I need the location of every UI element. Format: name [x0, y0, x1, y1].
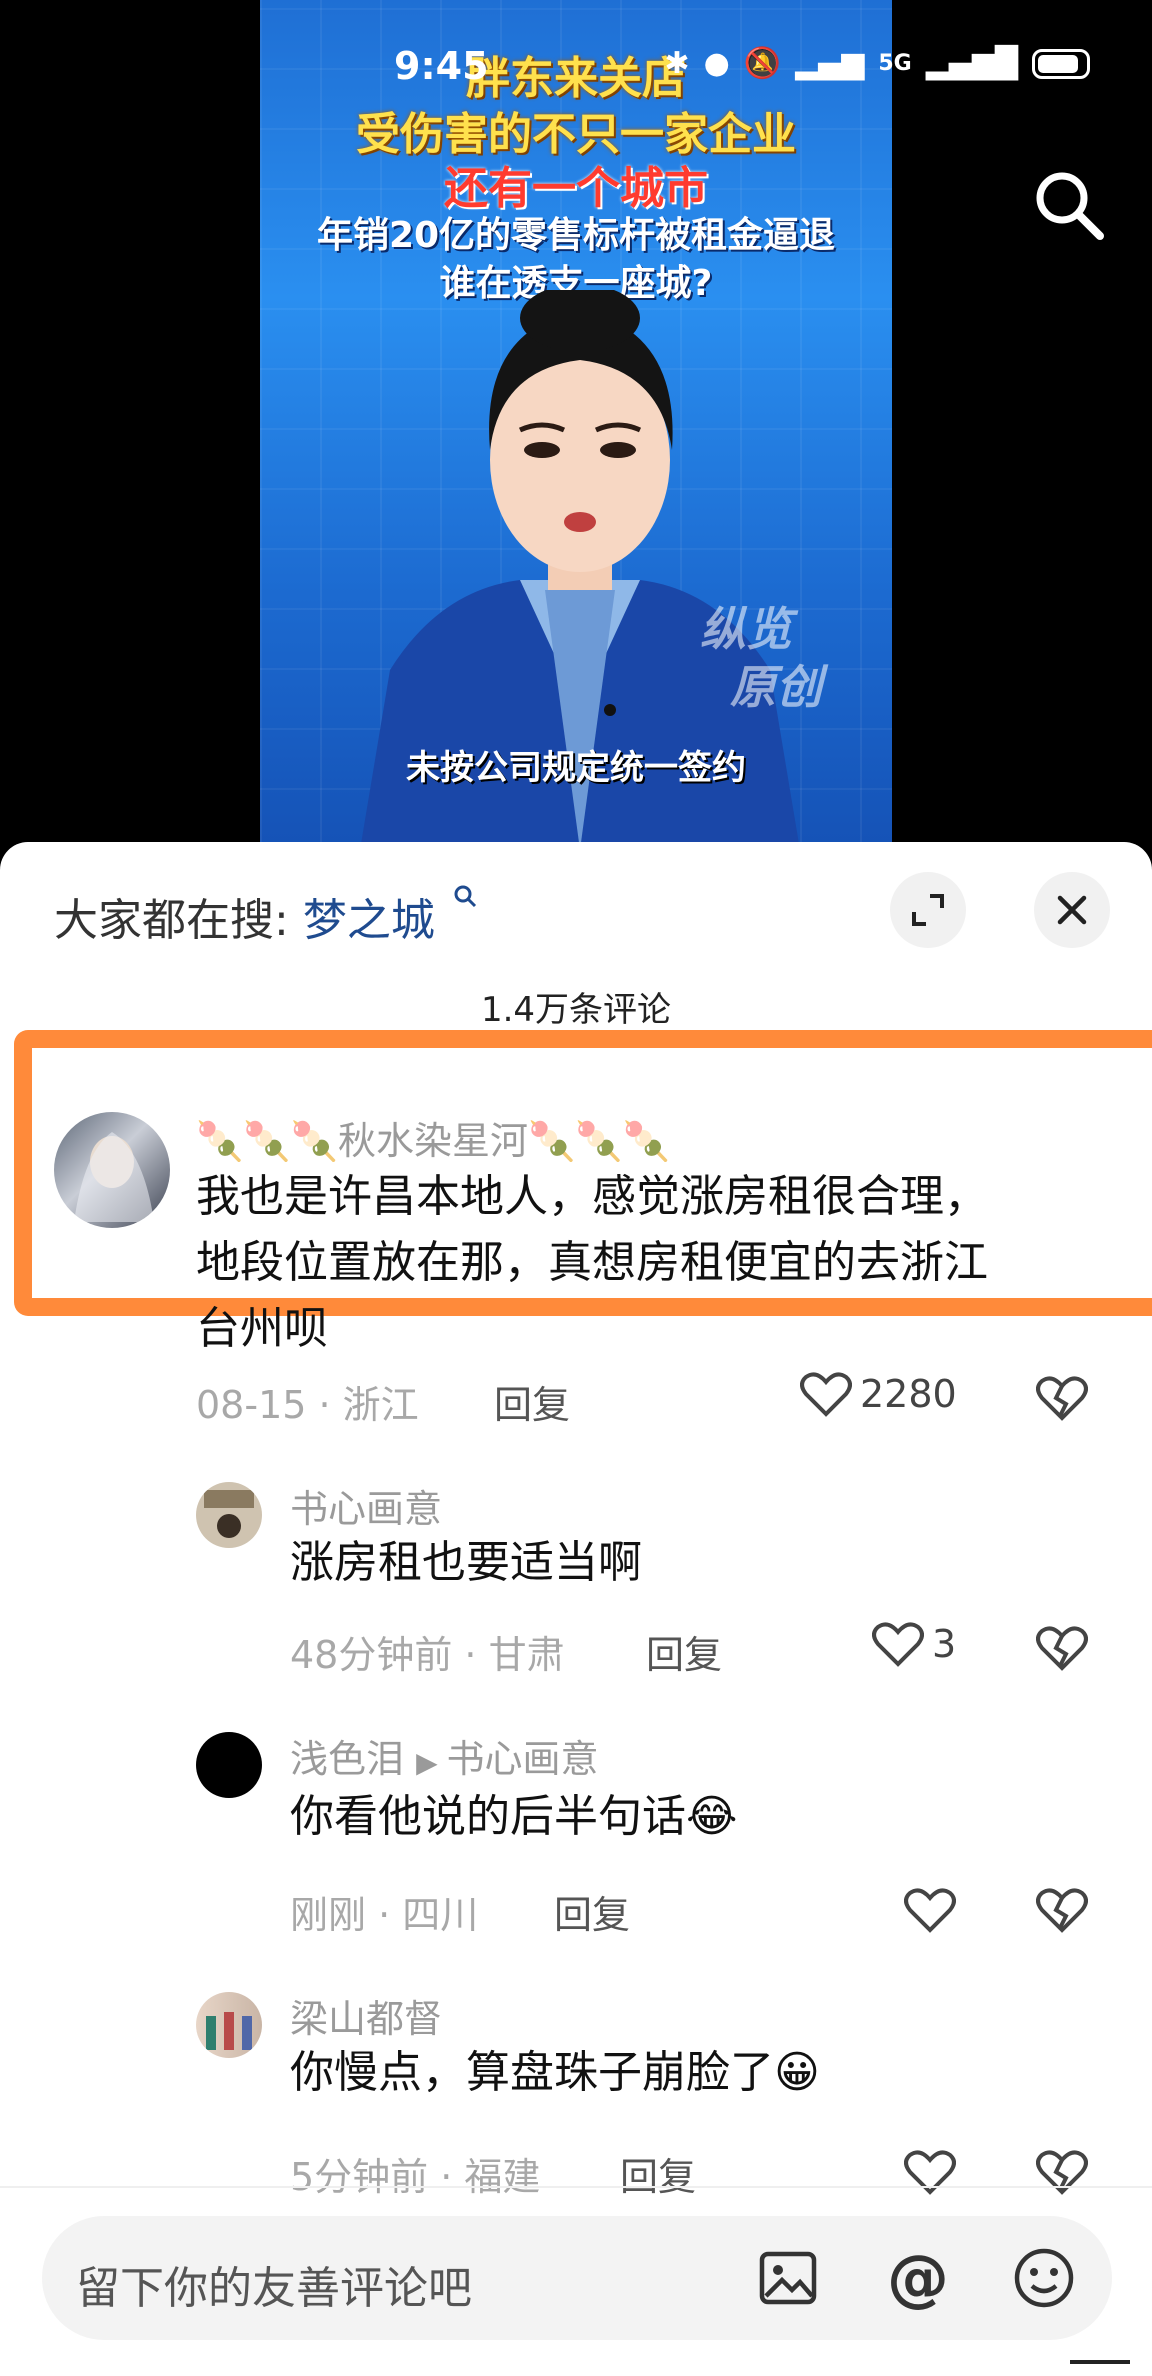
location-icon: ●: [703, 46, 730, 81]
broken-heart-icon[interactable]: [1036, 1886, 1088, 1934]
avatar[interactable]: [54, 1112, 170, 1228]
search-icon[interactable]: [1030, 166, 1106, 242]
comment-text-line: 涨房租也要适当啊: [290, 1537, 642, 1588]
comment-meta: 48分钟前 · 甘肃: [290, 1633, 565, 1677]
like-button[interactable]: 2280: [800, 1370, 957, 1418]
mention-button[interactable]: @: [884, 2244, 952, 2312]
comment-author[interactable]: 🍡🍡🍡秋水染星河🍡🍡🍡: [196, 1110, 670, 1165]
at-icon: @: [887, 2241, 949, 2314]
watermark-line-1: 纵览: [700, 602, 792, 656]
comment-author[interactable]: 书心画意: [290, 1478, 442, 1533]
comment-count: 1.4万条评论: [480, 990, 672, 1030]
close-button[interactable]: [1034, 872, 1110, 948]
broken-heart-icon[interactable]: [1036, 2148, 1088, 2196]
status-bar: 9:45 ✱ ● 🔕 ▂▄▆ 5G ▂▄▆█: [0, 44, 1152, 92]
comment-author[interactable]: 梁山都督: [290, 1988, 442, 2043]
like-count: 3: [932, 1622, 957, 1666]
image-icon: [759, 2251, 817, 2305]
reply-button[interactable]: 回复: [620, 2146, 696, 2201]
expand-button[interactable]: [890, 872, 966, 948]
video-player[interactable]: 胖东来关店 受伤害的不只一家企业 还有一个城市 年销20亿的零售标杆被租金逼退 …: [260, 0, 892, 850]
avatar[interactable]: [196, 1732, 262, 1798]
network-type: 5G: [878, 51, 912, 76]
hot-search-term[interactable]: 梦之城: [303, 895, 435, 946]
like-count: 2280: [860, 1372, 957, 1416]
comment-sheet: 大家都在搜: 梦之城 1.4万条评论 🍡🍡🍡秋水染星河🍡🍡🍡 我也是许昌本地人，…: [0, 842, 1152, 2376]
heart-icon[interactable]: [904, 1886, 956, 1934]
avatar-image: [204, 1490, 254, 1538]
avatar-image: [74, 1132, 154, 1222]
status-icons: ✱ ● 🔕 ▂▄▆ 5G ▂▄▆█: [664, 46, 1090, 81]
image-button[interactable]: [754, 2244, 822, 2312]
comment-author[interactable]: 浅色泪 ▶ 书心画意: [290, 1728, 599, 1783]
comment-meta: 刚刚 · 四川: [290, 1893, 479, 1937]
comment-text-line: 我也是许昌本地人，感觉涨房租很合理，: [196, 1171, 988, 1222]
home-indicator: [1070, 2360, 1130, 2364]
broken-heart-icon[interactable]: [1036, 1624, 1088, 1672]
heart-icon[interactable]: [904, 2148, 956, 2196]
video-headline-4: 年销20亿的零售标杆被租金逼退: [316, 215, 836, 256]
status-time: 9:45: [394, 44, 489, 88]
divider: [0, 2186, 1152, 2188]
signal-icon: ▂▄▆: [795, 46, 865, 81]
broken-heart-icon[interactable]: [1036, 1374, 1088, 1422]
expand-icon: [912, 894, 944, 926]
reply-button[interactable]: 回复: [554, 1884, 630, 1939]
small-search-icon: [454, 885, 476, 908]
video-watermark: 纵览 原创: [700, 600, 822, 716]
close-icon: [1057, 895, 1087, 925]
hot-search-label: 大家都在搜:: [54, 895, 289, 946]
avatar[interactable]: [196, 1482, 262, 1548]
comment-input-placeholder[interactable]: 留下你的友善评论吧: [76, 2252, 472, 2316]
comment-meta: 08-15 · 浙江: [196, 1383, 419, 1427]
reply-arrow-icon: ▶: [416, 1746, 447, 1779]
heart-icon: [800, 1372, 852, 1417]
mute-icon: 🔕: [743, 46, 782, 81]
avatar[interactable]: [196, 1992, 262, 2058]
author-name: 浅色泪: [290, 1737, 405, 1781]
bluetooth-icon: ✱: [664, 46, 690, 81]
comment-item: 🍡🍡🍡秋水染星河🍡🍡🍡 我也是许昌本地人，感觉涨房租很合理， 地段位置放在那，真…: [0, 1102, 1152, 1354]
like-button[interactable]: 3: [872, 1620, 956, 1668]
watermark-line-2: 原创: [730, 660, 822, 714]
comment-text-line: 地段位置放在那，真想房租便宜的去浙江: [196, 1237, 988, 1288]
video-subtitle: 未按公司规定统一签约: [406, 748, 746, 788]
reply-button[interactable]: 回复: [646, 1624, 722, 1679]
battery-icon: [1032, 48, 1090, 79]
emoji-icon: [1014, 2248, 1074, 2308]
comment-text-line: 你看他说的后半句话😂: [290, 1791, 738, 1842]
signal-icon-2: ▂▄▆█: [925, 46, 1018, 81]
reply-button[interactable]: 回复: [494, 1374, 570, 1429]
comment-text-line: 台州呗: [196, 1303, 328, 1354]
hot-search[interactable]: 大家都在搜: 梦之城: [54, 884, 479, 948]
comment-meta: 5分钟前 · 福建: [290, 2155, 541, 2199]
emoji-button[interactable]: [1010, 2244, 1078, 2312]
comment-input-bar[interactable]: 留下你的友善评论吧 @: [42, 2216, 1112, 2340]
reply-to-name: 书心画意: [446, 1737, 599, 1781]
comment-text-line: 你慢点，算盘珠子崩脸了😀: [290, 2047, 820, 2098]
avatar-image: [206, 2012, 252, 2050]
heart-icon: [872, 1622, 924, 1667]
